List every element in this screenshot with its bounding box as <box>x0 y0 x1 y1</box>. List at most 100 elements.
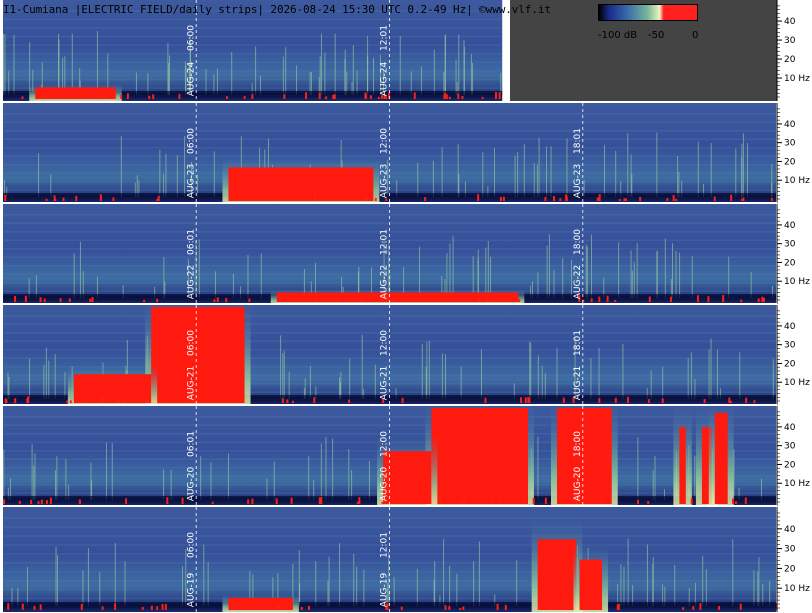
red-speckle <box>549 606 552 610</box>
activity-spike <box>353 553 355 606</box>
activity-spike <box>282 56 284 95</box>
time-marker-label: 06:01 <box>186 229 196 255</box>
activity-spike <box>33 465 35 500</box>
activity-spike <box>672 243 674 298</box>
red-speckle <box>661 398 664 403</box>
activity-spike <box>550 146 552 197</box>
red-speckle <box>291 400 294 403</box>
red-speckle <box>37 501 40 504</box>
red-speckle <box>286 399 289 403</box>
red-speckle <box>675 198 678 201</box>
red-speckle <box>553 195 556 201</box>
red-burst <box>679 427 686 504</box>
y-tick-label: 40 <box>784 525 796 535</box>
activity-spike <box>514 155 516 197</box>
activity-spike <box>280 335 282 399</box>
activity-spike <box>416 568 418 606</box>
red-speckle <box>682 607 685 610</box>
red-burst <box>276 292 519 302</box>
red-speckle <box>623 198 626 201</box>
activity-spike <box>757 571 759 606</box>
striation <box>3 214 776 216</box>
strip-separator <box>0 101 777 103</box>
red-speckle <box>225 297 228 302</box>
activity-spike <box>705 569 707 606</box>
red-speckle <box>178 93 181 99</box>
striation <box>3 535 776 537</box>
activity-spike <box>315 561 317 606</box>
activity-spike <box>546 245 548 298</box>
activity-spike <box>566 138 568 197</box>
activity-spike <box>432 160 434 197</box>
activity-spike <box>615 150 617 197</box>
activity-spike <box>529 341 531 399</box>
activity-spike <box>538 137 540 197</box>
red-burst <box>714 412 728 504</box>
activity-spike <box>26 566 28 606</box>
y-tick-label: 20 <box>784 258 796 268</box>
activity-spike <box>159 149 161 197</box>
red-speckle <box>364 194 367 201</box>
date-label: AUG-20 <box>380 467 390 502</box>
striation <box>3 70 503 72</box>
activity-spike <box>463 46 465 95</box>
red-speckle <box>290 497 293 504</box>
y-tick-label: 40 <box>784 221 796 231</box>
activity-spike <box>348 449 350 500</box>
red-speckle <box>307 605 310 610</box>
striation <box>3 44 503 46</box>
red-speckle <box>40 93 43 99</box>
activity-spike <box>320 33 322 95</box>
red-speckle <box>616 604 619 610</box>
activity-spike <box>591 234 593 298</box>
activity-spike <box>746 142 748 197</box>
red-speckle <box>143 299 146 302</box>
y-axis-panel <box>777 204 812 304</box>
y-tick-label: 30 <box>784 341 796 351</box>
red-speckle <box>45 198 48 201</box>
striation <box>3 332 776 334</box>
activity-spike <box>65 458 67 500</box>
activity-spike <box>43 364 45 399</box>
red-speckle <box>496 603 499 610</box>
activity-spike <box>487 241 489 298</box>
red-speckle <box>498 92 501 99</box>
red-speckle <box>99 198 102 201</box>
activity-spike <box>556 347 558 399</box>
activity-spike <box>48 360 50 399</box>
date-label: AUG-22 <box>573 265 583 299</box>
activity-spike <box>523 144 525 197</box>
time-marker-label: 06:00 <box>186 128 196 154</box>
activity-spike <box>664 238 666 298</box>
red-speckle <box>120 94 123 99</box>
red-speckle <box>125 498 128 504</box>
red-speckle <box>463 498 466 504</box>
activity-spike <box>546 146 548 197</box>
red-speckle <box>445 94 448 99</box>
y-tick-label: 30 <box>784 139 796 149</box>
red-speckle <box>491 299 494 302</box>
activity-spike <box>373 57 375 95</box>
activity-spike <box>170 470 172 500</box>
red-speckle <box>49 497 52 504</box>
red-speckle <box>146 398 149 403</box>
activity-spike <box>124 561 126 606</box>
red-speckle <box>33 605 36 610</box>
red-speckle <box>3 499 6 504</box>
time-marker-label: 12:01 <box>380 532 390 558</box>
red-speckle <box>697 295 700 302</box>
red-speckle <box>690 498 693 504</box>
red-speckle <box>504 604 507 610</box>
red-speckle <box>565 196 568 201</box>
red-speckle <box>401 397 404 403</box>
red-speckle <box>275 498 278 504</box>
red-speckle <box>305 92 308 99</box>
strip-aug-19: 06:00 AUG-19 12:01 AUG-19 10 Hz 20 30 40 <box>0 505 812 612</box>
red-speckle <box>718 606 721 610</box>
red-speckle <box>627 396 630 403</box>
activity-spike <box>652 470 654 500</box>
activity-spike <box>105 442 107 500</box>
red-speckle <box>527 396 530 403</box>
activity-spike <box>441 147 443 197</box>
activity-spike <box>163 469 165 500</box>
